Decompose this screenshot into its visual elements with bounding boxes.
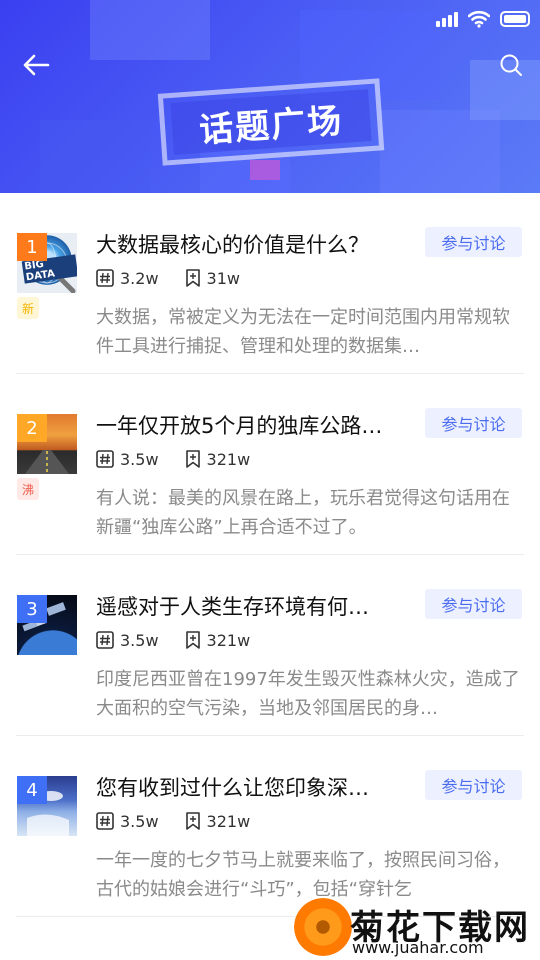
hashtag-icon (96, 631, 114, 649)
status-badge: 新 (17, 297, 39, 319)
topic-item[interactable]: BIG DATA 1 新 大数据最核心的价值是什么？ 参与讨论 3.2w 31w (0, 193, 540, 374)
banner-decoration (380, 110, 500, 193)
topic-title[interactable]: 大数据最核心的价值是什么？ (96, 229, 414, 259)
join-discussion-button[interactable]: 参与讨论 (425, 227, 522, 257)
hashtag-icon (96, 269, 114, 287)
join-discussion-button[interactable]: 参与讨论 (425, 408, 522, 438)
bookmark-count: 321w (185, 811, 251, 831)
comment-count: 3.5w (96, 450, 159, 469)
page-title-box: 话题广场 (157, 78, 385, 166)
bookmark-icon (185, 269, 200, 287)
watermark-url: www.juahar.com (352, 938, 484, 957)
comment-count-value: 3.5w (120, 630, 159, 650)
topic-thumbnail: 3 (17, 595, 77, 655)
hashtag-icon (96, 812, 114, 830)
topic-thumbnail: 2 (17, 414, 77, 474)
status-bar (436, 6, 530, 32)
banner-decoration (40, 120, 150, 193)
comment-count-value: 3.2w (120, 268, 159, 288)
topic-stats: 3.5w 321w (96, 448, 276, 470)
join-discussion-button[interactable]: 参与讨论 (425, 770, 522, 800)
banner-decoration (250, 160, 280, 180)
back-button[interactable] (20, 50, 52, 80)
topic-item[interactable]: 3 遥感对于人类生存环境有何… 参与讨论 3.5w 321w 印度尼西亚曾在19… (0, 555, 540, 736)
topic-description: 有人说：最美的风景在路上，玩乐君觉得这句话用在新疆“独库公路”上再合适不过了。 (96, 488, 510, 538)
wifi-icon (468, 10, 490, 28)
header-banner: 话题广场 (0, 0, 540, 193)
topic-stats: 3.5w 321w (96, 629, 276, 651)
rank-badge: 4 (17, 776, 47, 804)
comment-count: 3.5w (96, 631, 159, 650)
topic-stats: 3.2w 31w (96, 267, 266, 289)
battery-icon (500, 11, 530, 27)
bookmark-icon (185, 450, 200, 468)
bookmark-count: 321w (185, 630, 251, 650)
bookmark-icon (185, 631, 200, 649)
bookmark-count-value: 321w (206, 449, 251, 469)
status-badge: 沸 (17, 478, 39, 500)
bookmark-count-value: 321w (206, 630, 251, 650)
signal-icon (436, 11, 458, 27)
topic-description: 印度尼西亚曾在1997年发生毁灭性森林火灾，造成了大面积的空气污染，当地及邻国居… (96, 669, 520, 719)
topic-thumbnail: 4 (17, 776, 77, 836)
bookmark-count: 31w (185, 269, 240, 288)
topic-title[interactable]: 您有收到过什么让您印象深… (96, 772, 414, 802)
comment-count: 3.2w (96, 269, 159, 288)
topic-list: BIG DATA 1 新 大数据最核心的价值是什么？ 参与讨论 3.2w 31w (0, 193, 540, 917)
hashtag-icon (96, 450, 114, 468)
bookmark-count-value: 31w (206, 268, 240, 288)
comment-count: 3.5w (96, 812, 159, 831)
topic-thumbnail: BIG DATA 1 (17, 233, 77, 293)
comment-count-value: 3.5w (120, 811, 159, 831)
topic-item[interactable]: 4 您有收到过什么让您印象深… 参与讨论 3.5w 321w 一年一度的七夕节马… (0, 736, 540, 917)
comment-count-value: 3.5w (120, 449, 159, 469)
flower-logo-icon (294, 898, 352, 956)
topic-item[interactable]: 2 沸 一年仅开放5个月的独库公路… 参与讨论 3.5w 321w 有人说：最美… (0, 374, 540, 555)
rank-badge: 2 (17, 414, 47, 442)
topic-stats: 3.5w 321w (96, 810, 276, 832)
search-icon (500, 54, 522, 76)
arrow-left-icon (23, 54, 50, 76)
bookmark-count-value: 321w (206, 811, 251, 831)
banner-decoration (90, 0, 210, 60)
rank-badge: 1 (17, 233, 47, 261)
topic-title[interactable]: 遥感对于人类生存环境有何… (96, 591, 414, 621)
rank-badge: 3 (17, 595, 47, 623)
search-button[interactable] (498, 52, 524, 78)
watermark: 菊花下载网 www.juahar.com (292, 896, 540, 960)
topic-title[interactable]: 一年仅开放5个月的独库公路… (96, 410, 414, 440)
bookmark-icon (185, 812, 200, 830)
join-discussion-button[interactable]: 参与讨论 (425, 589, 522, 619)
bookmark-count: 321w (185, 449, 251, 469)
topic-description: 大数据，常被定义为无法在一定时间范围内用常规软件工具进行捕捉、管理和处理的数据集… (96, 307, 510, 357)
